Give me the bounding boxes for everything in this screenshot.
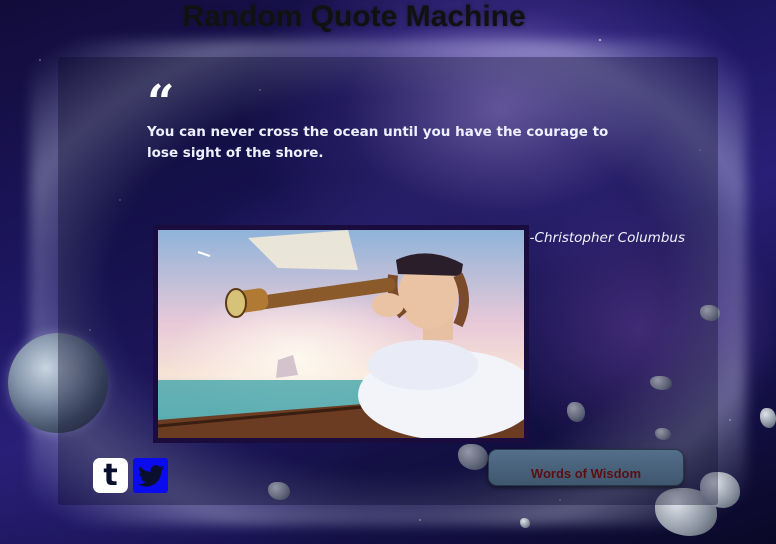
asteroid-decoration	[520, 518, 530, 528]
explorer-painting	[158, 230, 524, 438]
twitter-share-button[interactable]	[133, 458, 168, 493]
quote-box: “ You can never cross the ocean until yo…	[58, 57, 718, 505]
quote-left-icon: “	[147, 75, 175, 131]
new-quote-button[interactable]: Words of Wisdom	[488, 449, 684, 486]
quote-author: -Christopher Columbus	[529, 230, 685, 246]
tumblr-icon: t	[103, 457, 118, 493]
twitter-icon	[137, 464, 164, 487]
tumblr-share-button[interactable]: t	[93, 458, 128, 493]
asteroid-decoration	[760, 408, 776, 428]
quote-text: You can never cross the ocean until you …	[147, 124, 609, 161]
new-quote-button-label: Words of Wisdom	[530, 465, 642, 481]
quote-image	[153, 225, 529, 443]
page-title: Random Quote Machine	[182, 0, 526, 33]
